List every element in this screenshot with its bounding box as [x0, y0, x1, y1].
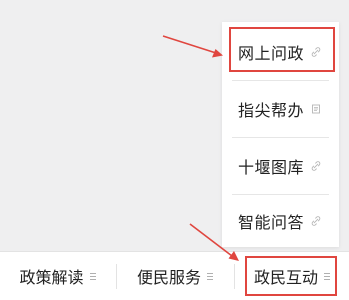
annotation-arrows — [162, 35, 239, 261]
arrow-to-submenu — [162, 35, 223, 58]
arrow-to-tab — [189, 223, 239, 261]
